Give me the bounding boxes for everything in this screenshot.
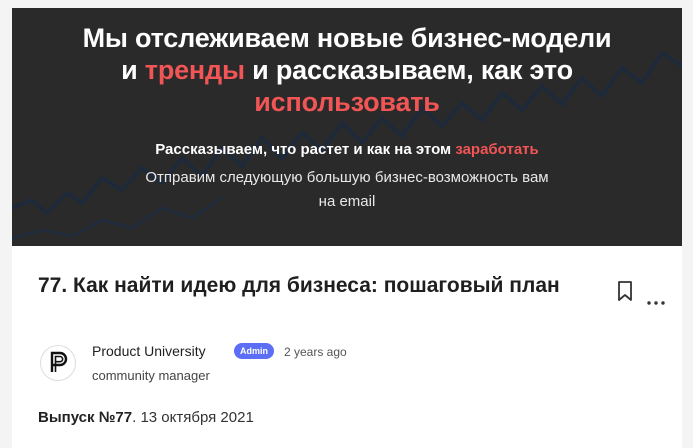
banner-subheading: Рассказываем, что растет и как на этом з…: [12, 141, 682, 158]
description-line-1: Отправим следующую большую бизнес-возмож…: [145, 169, 549, 186]
more-horizontal-icon[interactable]: [646, 298, 666, 308]
issue-label: Выпуск №77: [38, 409, 133, 426]
issue-line: Выпуск №77. 13 октября 2021: [38, 409, 254, 426]
banner-headline: Мы отслеживаем новые бизнес-модели и тре…: [12, 22, 682, 118]
subheading-text: Рассказываем, что растет и как на этом: [155, 141, 456, 158]
post-time: 2 years ago: [284, 345, 347, 359]
banner-description: Отправим следующую большую бизнес-возмож…: [12, 166, 682, 214]
description-line-2: на email: [318, 193, 376, 210]
product-university-logo-icon: [50, 351, 68, 372]
headline-trends: тренды: [144, 55, 245, 85]
avatar[interactable]: [40, 345, 76, 381]
headline-line-2: и тренды и рассказываем, как это: [12, 54, 682, 86]
author-name[interactable]: Product University: [92, 343, 206, 359]
headline-line-2-end: и рассказываем, как это: [244, 55, 573, 85]
post-title[interactable]: 77. Как найти идею для бизнеса: пошаговы…: [38, 271, 598, 301]
author-role: community manager: [92, 368, 210, 383]
subheading-earn: заработать: [455, 141, 539, 158]
headline-line-2-start: и: [121, 55, 145, 85]
headline-use: использовать: [254, 87, 440, 117]
post-card: Мы отслеживаем новые бизнес-модели и тре…: [12, 8, 682, 448]
issue-date: . 13 октября 2021: [132, 409, 254, 426]
headline-line-1: Мы отслеживаем новые бизнес-модели: [82, 23, 612, 53]
bookmark-icon[interactable]: [616, 280, 634, 302]
admin-badge: Admin: [234, 343, 274, 359]
hero-banner: Мы отслеживаем новые бизнес-модели и тре…: [12, 8, 682, 246]
